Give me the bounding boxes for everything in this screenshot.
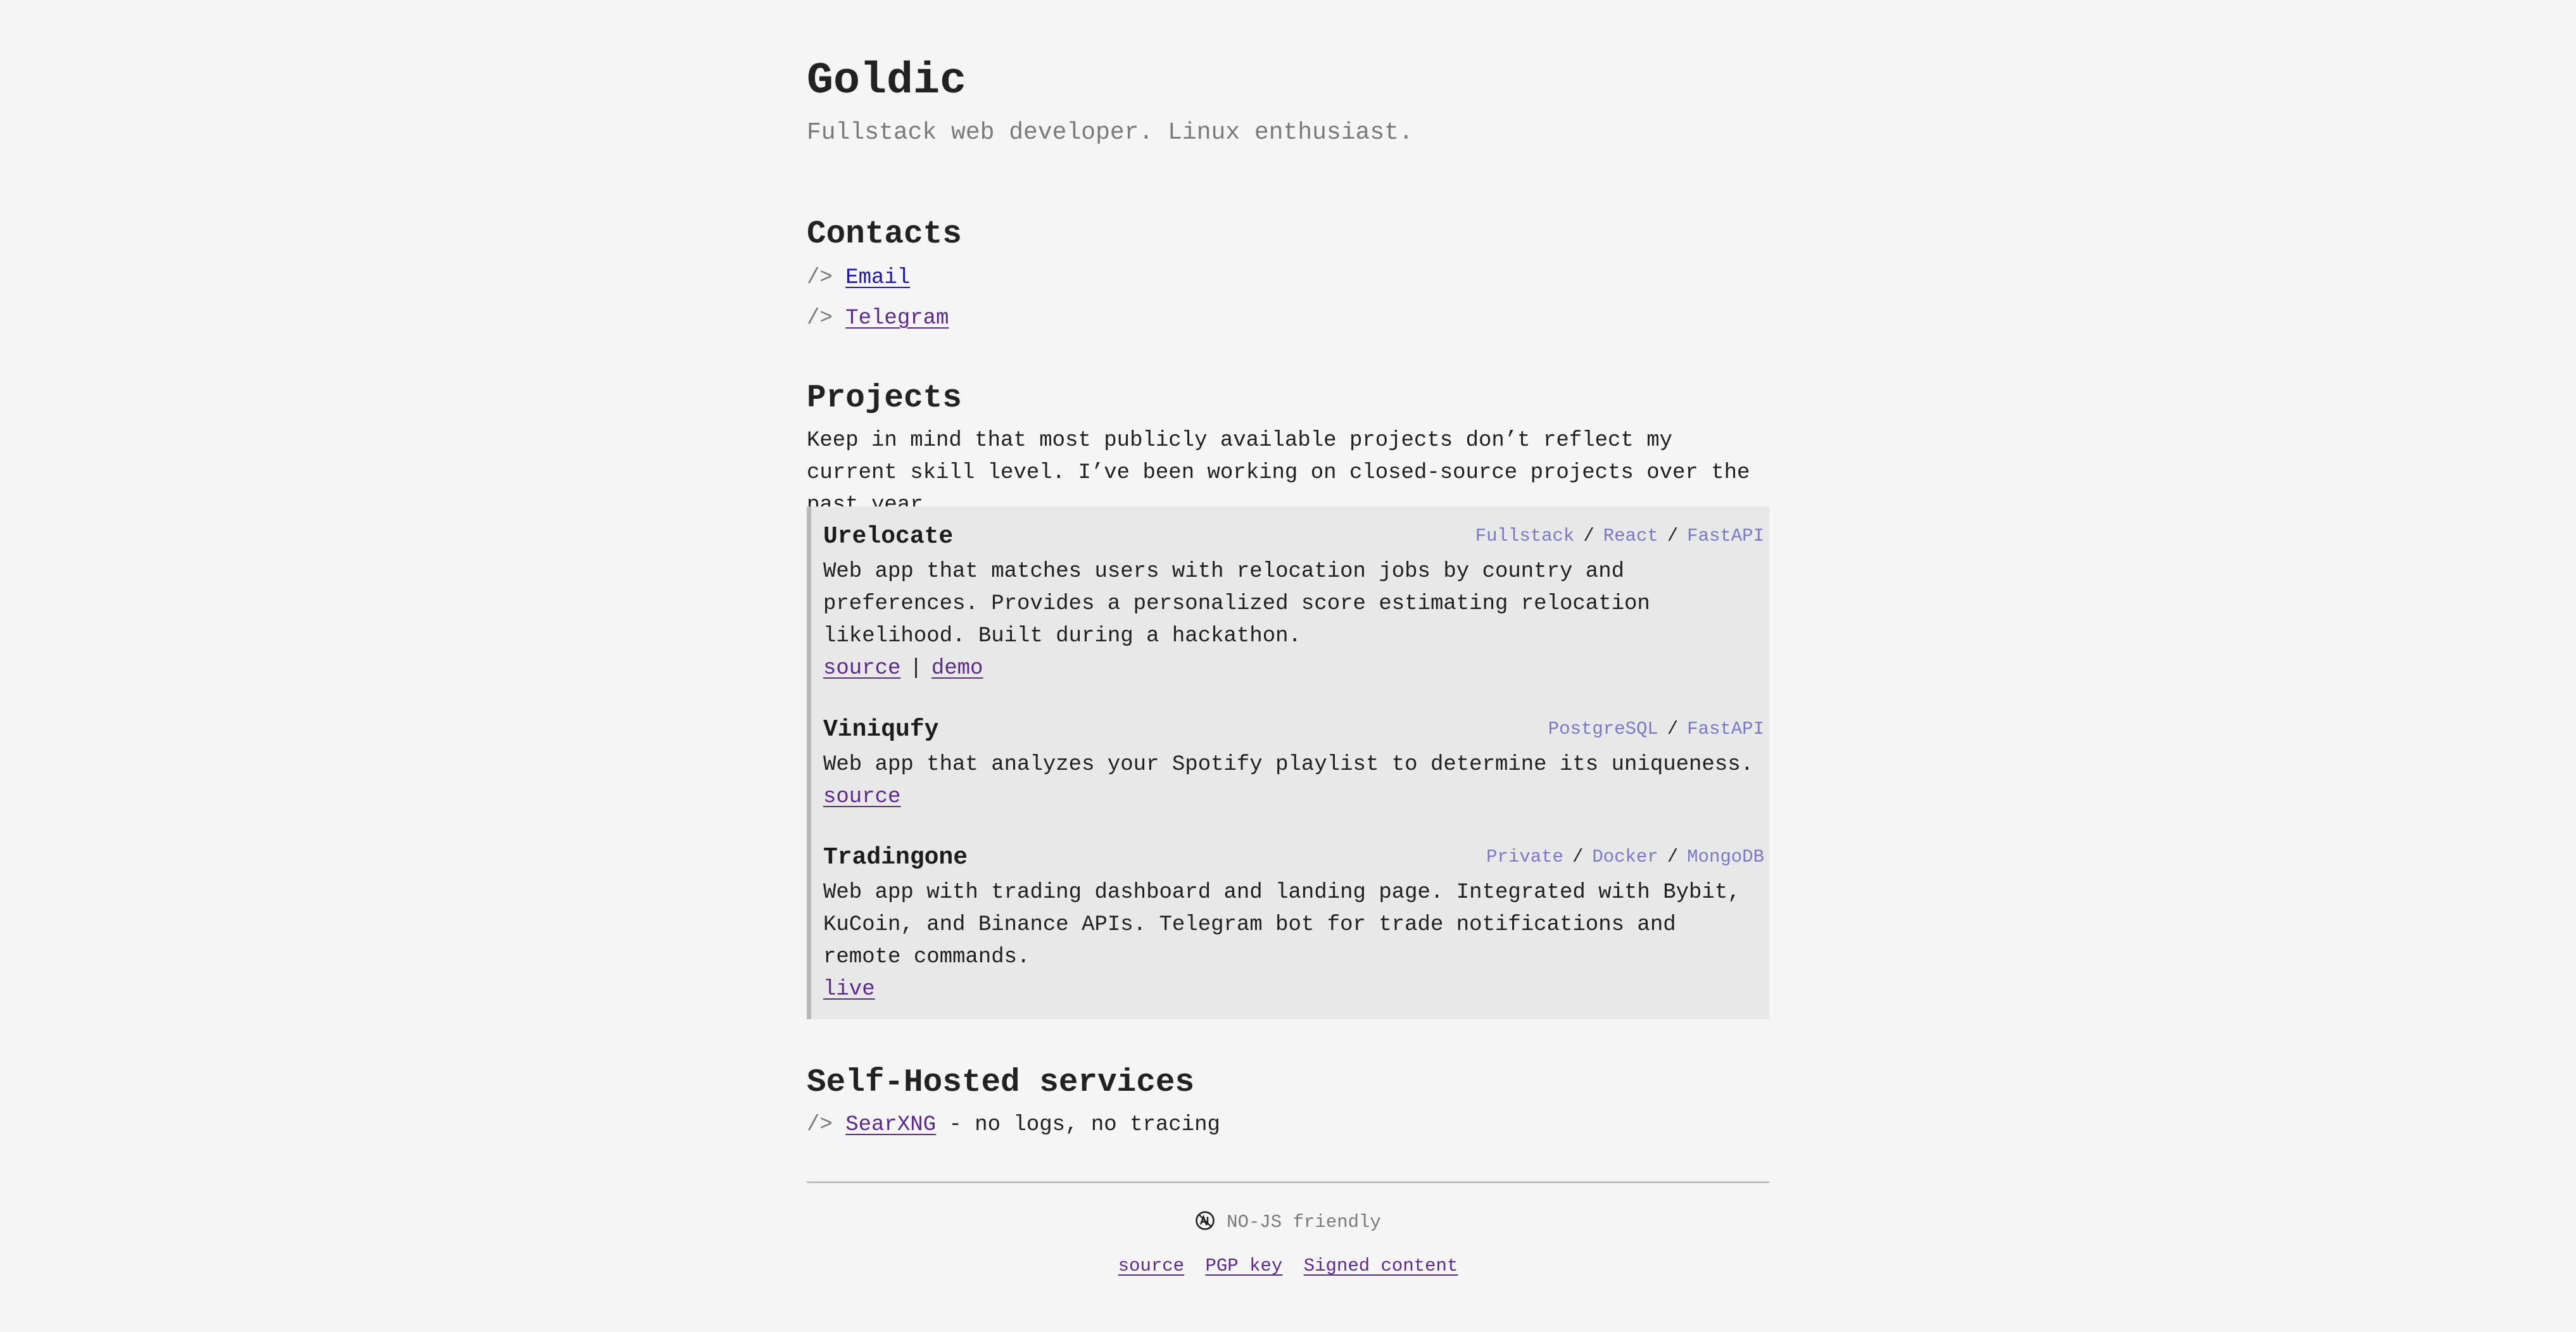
project-description: Web app that analyzes your Spotify playl… <box>823 753 1754 777</box>
footer-links: source PGP key Signed content <box>807 1252 1769 1281</box>
list-prefix: /> <box>807 1113 846 1137</box>
tag-separator: / <box>1667 719 1679 739</box>
project-urelocate: Urelocate Fullstack / React / FastAPI Web ap… <box>823 519 1764 703</box>
footer-source-link[interactable]: source <box>1118 1255 1184 1276</box>
service-note: - no logs, no tracing <box>936 1113 1220 1137</box>
projects-list: Urelocate Fullstack / React / FastAPI Web ap… <box>807 506 1769 1019</box>
project-name: Viniqufy <box>823 716 939 743</box>
site-title: Goldic <box>807 56 967 106</box>
live-link[interactable]: live <box>823 977 875 1002</box>
project-tradingone: Tradingone Private / Docker / MongoDB Web ap… <box>823 840 1764 1011</box>
contact-item-telegram: /> Telegram <box>807 303 949 334</box>
tag: Fullstack <box>1475 525 1575 546</box>
tag: MongoDB <box>1687 846 1764 867</box>
service-item-searxng: /> SearXNG - no logs, no tracing <box>807 1109 1220 1141</box>
project-links: source | demo <box>823 653 983 685</box>
link-separator: | <box>909 657 923 681</box>
project-links: source <box>823 781 900 814</box>
list-prefix: /> <box>807 306 846 330</box>
project-tags: Private / Docker / MongoDB <box>1486 841 1764 873</box>
no-js-icon <box>1196 1211 1215 1230</box>
source-link[interactable]: source <box>823 657 900 681</box>
site-subtitle: Fullstack web developer. Linux enthusias… <box>807 119 1413 146</box>
tag: FastAPI <box>1687 525 1764 546</box>
tag-separator: / <box>1583 525 1594 546</box>
tag: Private <box>1486 846 1563 867</box>
email-link[interactable]: Email <box>845 266 910 290</box>
tag: FastAPI <box>1687 719 1764 739</box>
tag: React <box>1603 525 1658 546</box>
project-name: Urelocate <box>823 523 954 550</box>
searxng-link[interactable]: SearXNG <box>845 1113 936 1137</box>
footer-note-text: NO-JS friendly <box>1227 1212 1381 1233</box>
project-description: Web app with trading dashboard and landi… <box>823 881 1741 969</box>
telegram-link[interactable]: Telegram <box>845 306 949 330</box>
contacts-heading: Contacts <box>807 217 962 253</box>
services-heading: Self-Hosted services <box>807 1065 1195 1101</box>
footer-divider <box>807 1181 1769 1183</box>
signed-content-link[interactable]: Signed content <box>1304 1255 1458 1276</box>
tag: PostgreSQL <box>1548 719 1658 739</box>
demo-link[interactable]: demo <box>931 657 983 681</box>
tag-separator: / <box>1667 525 1679 546</box>
project-tags: Fullstack / React / FastAPI <box>1475 520 1764 552</box>
list-prefix: /> <box>807 266 846 290</box>
pgp-key-link[interactable]: PGP key <box>1205 1255 1282 1276</box>
tag-separator: / <box>1572 846 1584 867</box>
project-tags: PostgreSQL / FastAPI <box>1548 713 1764 745</box>
source-link[interactable]: source <box>823 785 900 809</box>
project-viniqufy: Viniqufy PostgreSQL / FastAPI Web app that… <box>823 712 1764 814</box>
contact-item-email: /> Email <box>807 262 910 294</box>
project-name: Tradingone <box>823 844 968 871</box>
footer-note: NO-JS friendly <box>807 1208 1769 1237</box>
project-description: Web app that matches users with relocati… <box>823 560 1650 648</box>
tag-separator: / <box>1667 846 1679 867</box>
project-links: live <box>823 974 875 1006</box>
projects-heading: Projects <box>807 380 962 417</box>
tag: Docker <box>1592 846 1658 867</box>
